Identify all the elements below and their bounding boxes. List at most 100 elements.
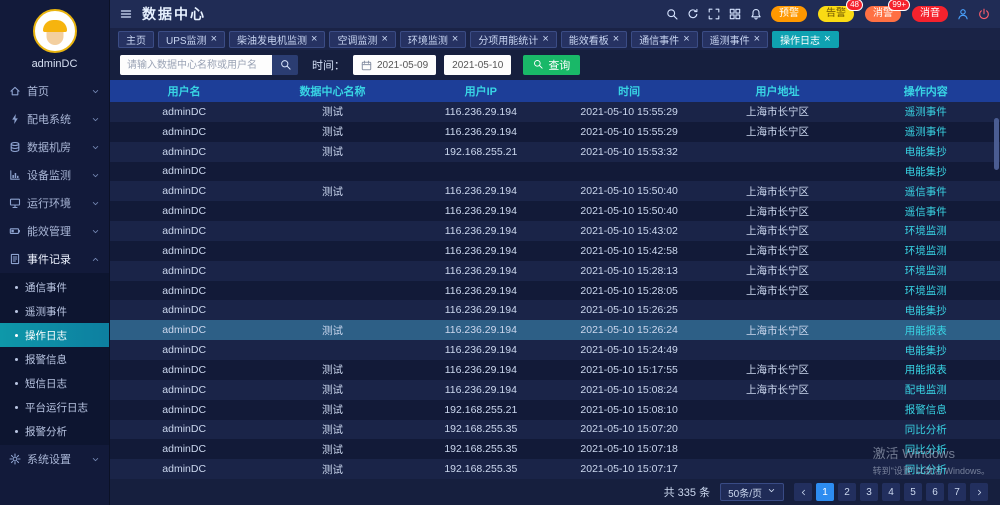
table-row[interactable]: adminDC116.236.29.1942021-05-10 15:28:13… [110, 261, 1000, 281]
search-button[interactable] [272, 55, 298, 75]
page-size-select[interactable]: 50条/页 [720, 483, 784, 501]
tab-环境监测[interactable]: 环境监测× [400, 31, 466, 48]
apps-grid-icon[interactable] [729, 8, 741, 20]
gear-icon [9, 453, 21, 465]
tab-close-icon[interactable]: × [211, 34, 217, 45]
tab-操作日志[interactable]: 操作日志× [772, 31, 838, 48]
tab-bar: 主页UPS监测×柴油发电机监测×空调监测× 环境监测×分项用能统计× 能效看板×通信… [110, 28, 1000, 50]
fullscreen-icon[interactable] [708, 8, 720, 20]
refresh-icon[interactable] [687, 8, 699, 20]
date-to-input[interactable]: 2021-05-10 [444, 55, 511, 75]
search-icon[interactable] [666, 8, 678, 20]
table-row[interactable]: adminDC测试116.236.29.1942021-05-10 15:17:… [110, 360, 1000, 380]
table-row[interactable]: adminDC116.236.29.1942021-05-10 15:50:40… [110, 201, 1000, 221]
sidebar-subitem-alarm-analysis[interactable]: 报警分析 [0, 419, 109, 443]
tab-close-icon[interactable]: × [311, 34, 317, 45]
table-row[interactable]: adminDC测试116.236.29.1942021-05-10 15:55:… [110, 122, 1000, 142]
tab-close-icon[interactable]: × [754, 34, 760, 45]
pager-page-3[interactable]: 3 [860, 483, 878, 501]
tab-UPS监测[interactable]: UPS监测× [158, 31, 225, 48]
main-area: 数据中心 预警告警48消警99+消音 主页UPS监测×柴油发电机监测×空调监测×… [110, 0, 1000, 505]
table-row[interactable]: adminDC测试192.168.255.352021-05-10 15:07:… [110, 439, 1000, 459]
alarm-button[interactable]: 告警48 [818, 6, 854, 22]
sidebar-item-operating-environment[interactable]: 运行环境 [0, 189, 109, 217]
table-cell: adminDC [110, 344, 258, 356]
table-cell: adminDC [110, 384, 258, 396]
tab-柴油发电机监测[interactable]: 柴油发电机监测× [229, 31, 325, 48]
tab-遥测事件[interactable]: 遥测事件 × [702, 31, 768, 48]
tab-close-icon[interactable]: × [613, 34, 619, 45]
tab-通信事件[interactable]: 通信事件× [631, 31, 697, 48]
date-from-input[interactable]: 2021-05-09 [353, 55, 436, 75]
pager-page-6[interactable]: 6 [926, 483, 944, 501]
tab-label: 遥测事件 [710, 32, 750, 47]
table-scrollbar[interactable] [994, 118, 999, 170]
user-icon[interactable] [957, 8, 969, 20]
pager-page-5[interactable]: 5 [904, 483, 922, 501]
table-row[interactable]: adminDC测试192.168.255.352021-05-10 15:07:… [110, 459, 1000, 479]
sidebar-subitem-comm-events[interactable]: 通信事件 [0, 275, 109, 299]
pager-page-1[interactable]: 1 [816, 483, 834, 501]
pager-prev[interactable] [794, 483, 812, 501]
table-cell: 2021-05-10 15:55:29 [555, 106, 703, 118]
sidebar-item-event-records[interactable]: 事件记录 [0, 245, 109, 273]
mute-button[interactable]: 消音 [912, 6, 948, 22]
table-row[interactable]: adminDC116.236.29.1942021-05-10 15:43:02… [110, 221, 1000, 241]
table-cell: adminDC [110, 126, 258, 138]
sidebar-item-data-room[interactable]: 数据机房 [0, 133, 109, 161]
table-cell: 上海市长宁区 [703, 323, 851, 338]
sidebar-item-power-distribution[interactable]: 配电系统 [0, 105, 109, 133]
table-row[interactable]: adminDC116.236.29.1942021-05-10 15:26:25… [110, 300, 1000, 320]
table-cell: 上海市长宁区 [703, 263, 851, 278]
tab-能效看板[interactable]: 能效看板× [561, 31, 627, 48]
table-row[interactable]: adminDC测试116.236.29.1942021-05-10 15:08:… [110, 380, 1000, 400]
sidebar-toggle-icon[interactable] [120, 8, 132, 20]
table-cell: 测试 [258, 382, 406, 397]
table-row[interactable]: adminDC116.236.29.1942021-05-10 15:42:58… [110, 241, 1000, 261]
logout-icon[interactable] [978, 8, 990, 20]
table-row[interactable]: adminDC测试116.236.29.1942021-05-10 15:55:… [110, 102, 1000, 122]
pager-next[interactable] [970, 483, 988, 501]
table-cell: 2021-05-10 15:50:40 [555, 205, 703, 217]
query-button[interactable]: 查询 [523, 55, 580, 75]
sidebar-subitem-telemetry-events[interactable]: 遥测事件 [0, 299, 109, 323]
table-cell: 192.168.255.21 [407, 404, 555, 416]
tab-close-icon[interactable]: × [381, 34, 387, 45]
pager-page-4[interactable]: 4 [882, 483, 900, 501]
pagination-bar: 共 335 条 50条/页 1234567 [110, 479, 1000, 505]
tab-主页[interactable]: 主页 [118, 31, 154, 48]
table-cell: 2021-05-10 15:55:29 [555, 126, 703, 138]
sidebar-item-device-monitoring[interactable]: 设备监测 [0, 161, 109, 189]
search-input[interactable] [120, 55, 272, 75]
tab-close-icon[interactable]: × [542, 34, 548, 45]
table-row[interactable]: adminDC测试192.168.255.212021-05-10 15:53:… [110, 142, 1000, 162]
user-profile: adminDC [0, 0, 109, 77]
pager-page-7[interactable]: 7 [948, 483, 966, 501]
sidebar-item-home[interactable]: 首页 [0, 77, 109, 105]
table-row[interactable]: adminDC测试116.236.29.1942021-05-10 15:50:… [110, 181, 1000, 201]
sidebar-subitem-operation-log[interactable]: 操作日志 [0, 323, 109, 347]
sidebar-item-energy-management[interactable]: 能效管理 [0, 217, 109, 245]
clear-alarm-button[interactable]: 消警99+ [865, 6, 901, 22]
sidebar-subitem-sms-log[interactable]: 短信日志 [0, 371, 109, 395]
table-row[interactable]: adminDC测试116.236.29.1942021-05-10 15:26:… [110, 320, 1000, 340]
bell-icon[interactable] [750, 8, 762, 20]
table-row[interactable]: adminDC测试192.168.255.352021-05-10 15:07:… [110, 420, 1000, 440]
sidebar-item-system-settings[interactable]: 系统设置 [0, 445, 109, 473]
tab-空调监测[interactable]: 空调监测× [329, 31, 395, 48]
table-row[interactable]: adminDC电能集抄 [110, 162, 1000, 182]
table-cell: 同比分析 [852, 422, 1000, 437]
table-cell: adminDC [110, 245, 258, 257]
pre-alarm-button[interactable]: 预警 [771, 6, 807, 22]
table-cell: 2021-05-10 15:08:24 [555, 384, 703, 396]
table-row[interactable]: adminDC116.236.29.1942021-05-10 15:28:05… [110, 281, 1000, 301]
tab-close-icon[interactable]: × [824, 34, 830, 45]
tab-close-icon[interactable]: × [683, 34, 689, 45]
sidebar-subitem-alarm-info[interactable]: 报警信息 [0, 347, 109, 371]
sidebar-subitem-platform-run-log[interactable]: 平台运行日志 [0, 395, 109, 419]
table-row[interactable]: adminDC测试192.168.255.212021-05-10 15:08:… [110, 400, 1000, 420]
tab-close-icon[interactable]: × [452, 34, 458, 45]
pager-page-2[interactable]: 2 [838, 483, 856, 501]
tab-分项用能统计[interactable]: 分项用能统计× [470, 31, 556, 48]
table-row[interactable]: adminDC116.236.29.1942021-05-10 15:24:49… [110, 340, 1000, 360]
